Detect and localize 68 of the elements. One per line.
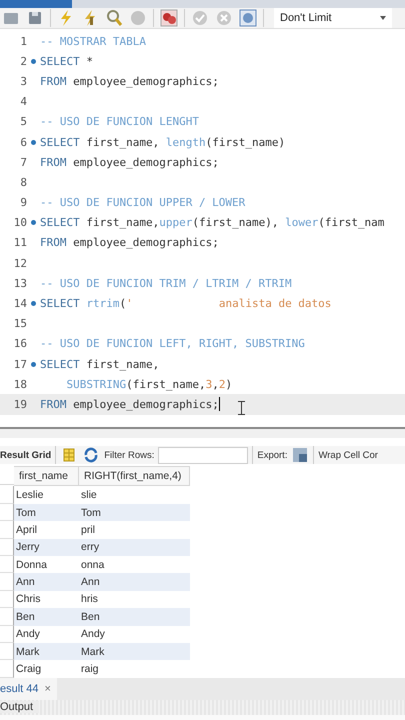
code-line: FROM employee_demographics;: [40, 236, 219, 250]
line-number: 17: [12, 358, 27, 371]
line-number: 13: [12, 276, 27, 290]
export-label: Export:: [257, 450, 288, 461]
code-line: -- MOSTRAR TABLA: [40, 34, 146, 48]
result-tab[interactable]: esult 44 ×: [0, 678, 57, 700]
code-line: SELECT first_name,upper(first_name), lower(first_nam: [40, 216, 384, 230]
line-number: 3: [19, 74, 27, 88]
line-number: 1: [19, 34, 27, 48]
limit-select[interactable]: Don't Limit: [274, 8, 392, 28]
code-line: FROM employee_demographics;: [40, 398, 219, 411]
autocommit-icon[interactable]: [239, 9, 257, 27]
filter-label: Filter Rows:: [104, 450, 154, 461]
line-number: 15: [12, 317, 27, 330]
code-line: -- USO DE FUNCION LENGHT: [40, 115, 199, 128]
table-cell: Tom: [79, 504, 190, 522]
code-line: FROM employee_demographics;: [40, 74, 219, 88]
table-cell: Jerry: [14, 538, 79, 556]
panel-splitter[interactable]: [0, 427, 405, 438]
stop-icon[interactable]: [129, 9, 147, 27]
table-cell: Tom: [14, 504, 79, 522]
line-number: 6: [19, 136, 27, 149]
line-number: 9: [19, 196, 27, 210]
table-cell: Ann: [79, 573, 190, 591]
table-cell: Ben: [79, 608, 190, 626]
line-number: 12: [12, 256, 27, 270]
code-line: SELECT rtrim(' analista de datos: [40, 297, 332, 310]
code-line: SELECT first_name,: [40, 358, 160, 371]
line-number: 2: [19, 54, 27, 68]
code-line: -- USO DE FUNCION UPPER / LOWER: [40, 196, 246, 210]
wrap-label: Wrap Cell Cor: [318, 450, 378, 461]
export-icon[interactable]: [291, 446, 310, 464]
magnifier-icon[interactable]: [105, 9, 123, 27]
refresh-icon[interactable]: [82, 446, 100, 464]
line-number: 8: [19, 176, 27, 189]
output-title: Output: [0, 701, 40, 714]
table-cell: Mark: [79, 642, 190, 660]
code-line: SELECT *: [40, 54, 93, 68]
cancel-icon[interactable]: [215, 9, 233, 27]
text-cursor: [218, 397, 220, 412]
column-header[interactable]: RIGHT(first_name,4): [79, 466, 190, 486]
table-cell: Ben: [14, 608, 79, 626]
line-number: 14: [12, 297, 27, 310]
line-number: 16: [12, 337, 27, 350]
close-icon[interactable]: ×: [44, 682, 51, 695]
code-line: -- USO DE FUNCION TRIM / LTRIM / RTRIM: [40, 276, 292, 290]
line-number: 5: [19, 115, 27, 128]
code-line: -- USO DE FUNCION LEFT, RIGHT, SUBSTRING: [40, 337, 305, 350]
filter-field[interactable]: [158, 446, 248, 464]
caret-icon: [380, 16, 386, 20]
save-icon[interactable]: [26, 9, 44, 27]
line-number: 10: [12, 216, 27, 230]
toggle-icon[interactable]: [160, 9, 178, 27]
code-line: SELECT first_name, length(first_name): [40, 136, 286, 149]
line-number: 11: [12, 236, 27, 250]
check-icon[interactable]: [191, 9, 209, 27]
table-cell: Mark: [14, 642, 79, 660]
result-grid-label: Result Grid: [0, 450, 52, 461]
code-line: FROM employee_demographics;: [40, 156, 219, 169]
i-beam-cursor-icon: [238, 401, 245, 416]
column-header[interactable]: first_name: [14, 466, 79, 486]
line-number: 18: [12, 378, 27, 391]
line-number: 19: [12, 398, 27, 411]
line-number: 4: [19, 95, 27, 108]
table-cell: Ann: [14, 573, 79, 591]
line-number: 7: [19, 156, 27, 169]
table-cell: erry: [79, 538, 190, 556]
code-line: SUBSTRING(first_name,3,2): [65, 378, 232, 391]
